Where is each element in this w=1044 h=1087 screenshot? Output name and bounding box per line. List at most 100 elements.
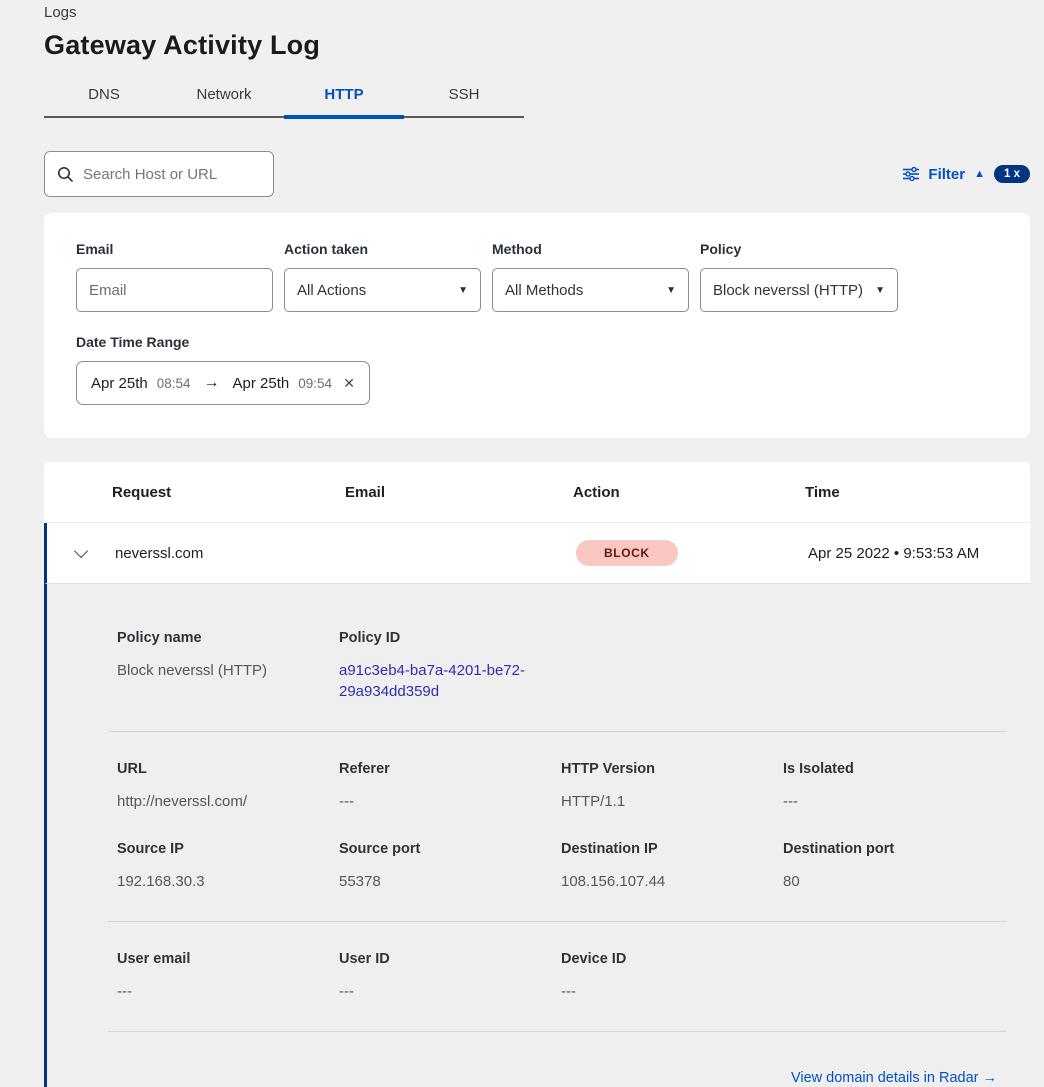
row-action-cell: BLOCK	[576, 540, 808, 566]
source-ip-value: 192.168.30.3	[117, 871, 339, 892]
detail-policy-id: Policy ID a91c3eb4-ba7a-4201-be72-29a934…	[339, 630, 561, 702]
search-input[interactable]	[83, 166, 261, 183]
tab-ssh[interactable]: SSH	[404, 78, 524, 116]
filter-cluster: Filter ▲ 1 x	[903, 165, 1030, 183]
detail-source-port: Source port 55378	[339, 841, 561, 892]
radar-link-row: View domain details in Radar →	[117, 1061, 1007, 1087]
url-label: URL	[117, 761, 339, 777]
detail-policy-name: Policy name Block neverssl (HTTP)	[117, 630, 339, 702]
filter-count-badge[interactable]: 1 x	[994, 165, 1030, 183]
end-date[interactable]: Apr 25th	[233, 375, 290, 392]
policy-name-label: Policy name	[117, 630, 339, 646]
http-version-label: HTTP Version	[561, 761, 783, 777]
url-detail-row: URL http://neverssl.com/ Referer --- HTT…	[117, 761, 1007, 812]
user-email-value: ---	[117, 981, 339, 1002]
policy-filter-label: Policy	[700, 241, 898, 257]
source-port-label: Source port	[339, 841, 561, 857]
ip-detail-row: Source IP 192.168.30.3 Source port 55378…	[117, 841, 1007, 892]
filter-panel: Email Action taken All Actions ▼ Method …	[44, 213, 1030, 438]
filter-toggle-button[interactable]: Filter	[928, 166, 965, 183]
destination-port-label: Destination port	[783, 841, 1007, 857]
policy-id-label: Policy ID	[339, 630, 561, 646]
email-filter-label: Email	[76, 241, 273, 257]
page: Logs Gateway Activity Log DNS Network HT…	[0, 0, 1044, 1087]
tab-bar: DNS Network HTTP SSH	[44, 78, 524, 118]
table-header-row: Request Email Action Time	[44, 462, 1030, 523]
detail-url: URL http://neverssl.com/	[117, 761, 339, 812]
action-filter-label: Action taken	[284, 241, 481, 257]
policy-filter-select[interactable]: Block neverssl (HTTP) ▼	[700, 268, 898, 312]
log-table: Request Email Action Time neverssl.com B…	[44, 462, 1030, 1087]
referer-value: ---	[339, 791, 561, 812]
table-row[interactable]: neverssl.com BLOCK Apr 25 2022 • 9:53:53…	[44, 523, 1030, 584]
column-header-time: Time	[805, 484, 1030, 501]
destination-ip-value: 108.156.107.44	[561, 871, 783, 892]
section-divider	[108, 731, 1007, 732]
detail-user-email: User email ---	[117, 951, 339, 1002]
method-filter-label: Method	[492, 241, 689, 257]
device-id-value: ---	[561, 981, 783, 1002]
block-status-badge: BLOCK	[576, 540, 678, 566]
filter-field-method: Method All Methods ▼	[492, 241, 689, 312]
destination-ip-label: Destination IP	[561, 841, 783, 857]
tab-http[interactable]: HTTP	[284, 78, 404, 116]
date-range-picker[interactable]: Apr 25th 08:54 → Apr 25th 09:54 ✕	[76, 361, 370, 405]
action-filter-select[interactable]: All Actions ▼	[284, 268, 481, 312]
row-time: Apr 25 2022 • 9:53:53 AM	[808, 545, 1030, 562]
column-header-request: Request	[112, 484, 345, 501]
column-header-email: Email	[345, 484, 573, 501]
user-id-label: User ID	[339, 951, 561, 967]
detail-source-ip: Source IP 192.168.30.3	[117, 841, 339, 892]
start-time[interactable]: 08:54	[157, 376, 191, 391]
method-filter-value: All Methods	[505, 282, 583, 299]
clear-date-range-icon[interactable]: ✕	[343, 375, 355, 392]
section-divider	[108, 921, 1007, 922]
source-port-value: 55378	[339, 871, 561, 892]
user-id-value: ---	[339, 981, 561, 1002]
email-filter-input-wrap	[76, 268, 273, 312]
filter-sliders-icon	[903, 167, 919, 181]
collapse-caret-icon[interactable]: ▲	[974, 168, 985, 180]
date-range-section: Date Time Range Apr 25th 08:54 → Apr 25t…	[76, 334, 998, 405]
search-box[interactable]	[44, 151, 274, 197]
section-divider	[108, 1031, 1007, 1032]
referer-label: Referer	[339, 761, 561, 777]
range-arrow-icon: →	[204, 374, 220, 392]
filter-fields-row: Email Action taken All Actions ▼ Method …	[76, 241, 998, 312]
search-filter-row: Filter ▲ 1 x	[44, 151, 1030, 197]
action-filter-value: All Actions	[297, 282, 366, 299]
expand-chevron-cell[interactable]	[47, 551, 115, 556]
column-header-action: Action	[573, 484, 805, 501]
filter-field-email: Email	[76, 241, 273, 312]
is-isolated-value: ---	[783, 791, 1007, 812]
detail-referer: Referer ---	[339, 761, 561, 812]
user-detail-row: User email --- User ID --- Device ID ---	[117, 951, 1007, 1002]
filter-field-action: Action taken All Actions ▼	[284, 241, 481, 312]
url-value: http://neverssl.com/	[117, 791, 339, 812]
filter-field-policy: Policy Block neverssl (HTTP) ▼	[700, 241, 898, 312]
detail-http-version: HTTP Version HTTP/1.1	[561, 761, 783, 812]
view-radar-link[interactable]: View domain details in Radar →	[791, 1070, 997, 1086]
method-filter-select[interactable]: All Methods ▼	[492, 268, 689, 312]
dropdown-arrow-icon: ▼	[458, 285, 468, 296]
chevron-down-icon	[74, 543, 88, 557]
policy-filter-value: Block neverssl (HTTP)	[713, 282, 863, 299]
page-title: Gateway Activity Log	[44, 30, 1030, 61]
search-icon	[57, 166, 74, 183]
is-isolated-label: Is Isolated	[783, 761, 1007, 777]
end-time[interactable]: 09:54	[298, 376, 332, 391]
start-date[interactable]: Apr 25th	[91, 375, 148, 392]
device-id-label: Device ID	[561, 951, 783, 967]
detail-destination-ip: Destination IP 108.156.107.44	[561, 841, 783, 892]
detail-destination-port: Destination port 80	[783, 841, 1007, 892]
tab-dns[interactable]: DNS	[44, 78, 164, 116]
user-email-label: User email	[117, 951, 339, 967]
policy-detail-row: Policy name Block neverssl (HTTP) Policy…	[117, 630, 1007, 702]
detail-device-id: Device ID ---	[561, 951, 783, 1002]
email-filter-input[interactable]	[89, 282, 260, 299]
tab-network[interactable]: Network	[164, 78, 284, 116]
policy-id-link[interactable]: a91c3eb4-ba7a-4201-be72-29a934dd359d	[339, 660, 531, 702]
http-version-value: HTTP/1.1	[561, 791, 783, 812]
breadcrumb[interactable]: Logs	[44, 0, 1030, 21]
source-ip-label: Source IP	[117, 841, 339, 857]
